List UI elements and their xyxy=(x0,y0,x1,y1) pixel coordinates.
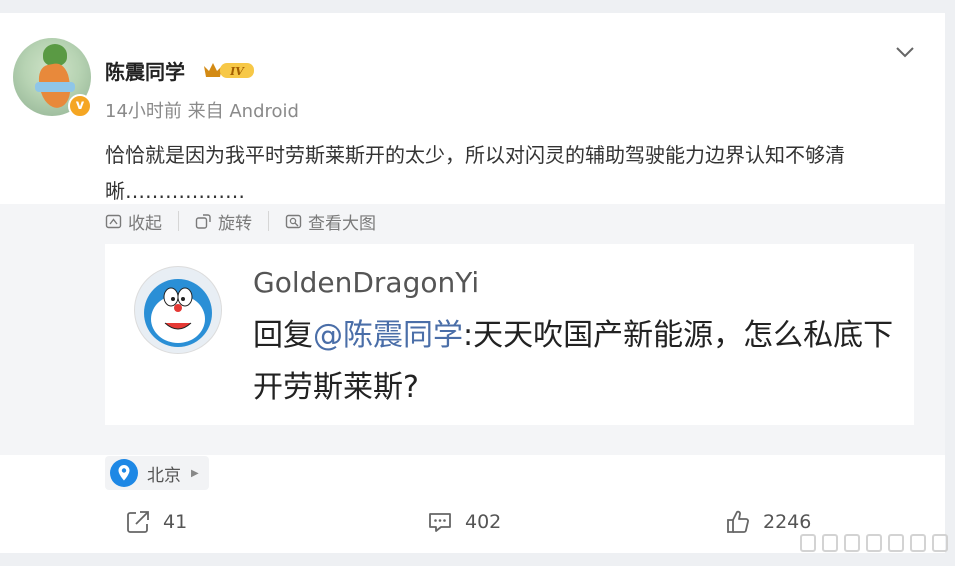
post-text: 恰恰就是因为我平时劳斯莱斯开的太少，所以对闪灵的辅助驾驶能力边界认知不够清晰……… xyxy=(105,143,845,203)
collapse-icon xyxy=(105,214,122,228)
comment-count: 402 xyxy=(465,511,502,533)
doraemon-avatar xyxy=(134,266,222,354)
divider xyxy=(268,211,269,231)
post-source: 来自 Android xyxy=(187,101,299,122)
watermark xyxy=(800,531,948,555)
like-icon xyxy=(727,510,749,533)
post-meta: 14小时前 来自 Android xyxy=(105,97,299,123)
caret-right-icon: ▶ xyxy=(191,467,199,479)
reply-username: GoldenDragonYi xyxy=(253,266,480,299)
rotate-icon xyxy=(195,213,211,229)
avatar-scarf xyxy=(35,82,75,92)
post-image[interactable]: GoldenDragonYi 回复@陈震同学:天天吹国产新能源，怎么私底下开劳斯… xyxy=(105,244,914,425)
like-button[interactable]: 2246 xyxy=(725,505,811,539)
level-badge-text: IV xyxy=(229,65,245,78)
view-large-label: 查看大图 xyxy=(308,213,376,234)
post-time[interactable]: 14小时前 xyxy=(105,101,182,122)
location-pin-icon xyxy=(110,459,138,487)
media-toolbar: 收起 旋转 查看大图 xyxy=(105,209,376,234)
like-count: 2246 xyxy=(763,511,812,533)
reply-prefix: 回复 xyxy=(253,318,313,353)
member-crown-icon[interactable]: IV xyxy=(202,60,258,80)
rotate-button[interactable]: 旋转 xyxy=(195,209,252,234)
location-tag[interactable]: 北京 ▶ xyxy=(105,456,209,490)
comment-icon xyxy=(429,513,451,532)
view-large-icon xyxy=(285,214,302,228)
repost-count: 41 xyxy=(163,511,188,533)
location-label: 北京 xyxy=(147,465,181,486)
repost-icon xyxy=(127,511,149,533)
view-large-button[interactable]: 查看大图 xyxy=(285,209,376,234)
comment-button[interactable]: 402 xyxy=(427,505,501,539)
username[interactable]: 陈震同学 xyxy=(105,56,185,85)
rotate-label: 旋转 xyxy=(218,213,252,234)
reply-text: 回复@陈震同学:天天吹国产新能源，怎么私底下开劳斯莱斯? xyxy=(253,310,903,414)
reply-mention: @陈震同学 xyxy=(313,318,463,353)
collapse-label: 收起 xyxy=(128,213,162,234)
collapse-button[interactable]: 收起 xyxy=(105,209,162,234)
chevron-down-icon[interactable] xyxy=(894,41,916,63)
repost-button[interactable]: 41 xyxy=(125,505,187,539)
doraemon-icon xyxy=(144,279,212,347)
verified-badge-icon: v xyxy=(68,94,92,118)
divider xyxy=(178,211,179,231)
